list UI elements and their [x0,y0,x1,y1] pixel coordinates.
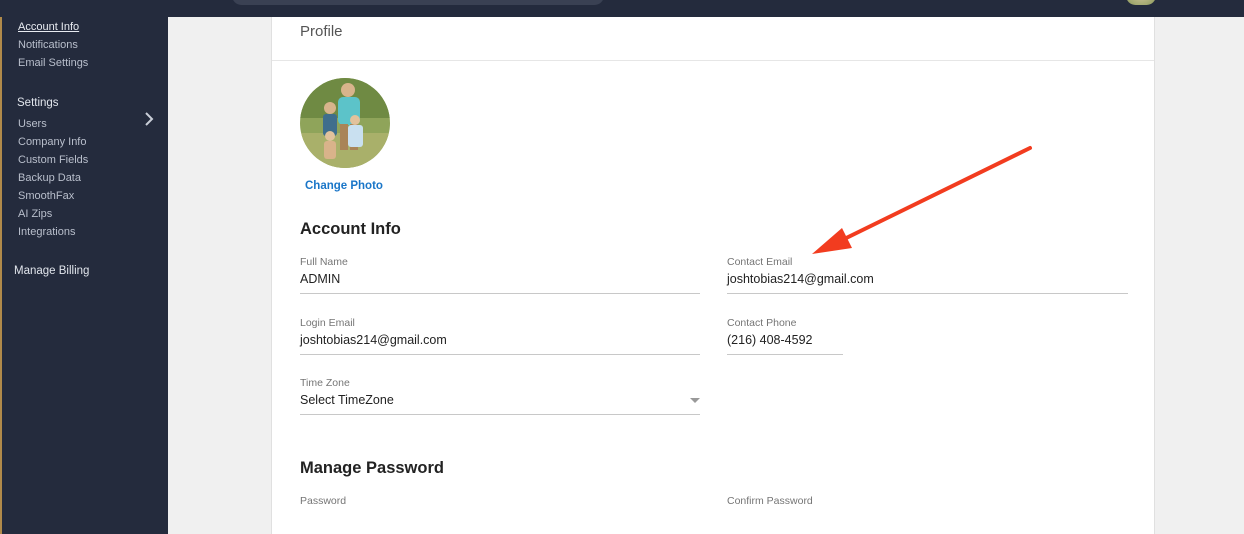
sidebar-item-smoothfax[interactable]: SmoothFax [18,190,74,202]
login-email-label: Login Email [300,317,355,329]
time-zone-field[interactable]: Time Zone Select TimeZone [300,377,700,415]
full-name-field[interactable]: Full Name ADMIN [300,256,700,294]
password-field[interactable]: Password [300,495,700,507]
sidebar-item-manage-billing[interactable]: Manage Billing [14,265,89,277]
search-bar[interactable] [232,0,604,5]
sidebar-item-backup-data[interactable]: Backup Data [18,172,81,184]
contact-phone-field[interactable]: Contact Phone (216) 408-4592 [727,317,843,355]
sidebar-item-email-settings[interactable]: Email Settings [18,57,88,69]
sidebar-item-ai-zips[interactable]: AI Zips [18,208,52,220]
sidebar-item-integrations[interactable]: Integrations [18,226,75,238]
profile-card: Profile Change Photo Account Info Full N… [271,17,1155,534]
login-email-input[interactable]: joshtobias214@gmail.com [300,333,700,355]
sidebar-item-company-info[interactable]: Company Info [18,136,86,148]
user-avatar[interactable] [1126,0,1156,5]
sidebar-item-account-info[interactable]: Account Info [18,21,79,33]
contact-phone-label: Contact Phone [727,317,797,329]
login-email-field[interactable]: Login Email joshtobias214@gmail.com [300,317,700,355]
chevron-right-icon[interactable] [144,112,154,126]
sidebar-settings-header[interactable]: Settings [17,97,59,109]
dropdown-caret-icon[interactable] [690,398,700,403]
confirm-password-field[interactable]: Confirm Password [727,495,1128,507]
full-name-label: Full Name [300,256,348,268]
contact-email-field[interactable]: Contact Email joshtobias214@gmail.com [727,256,1128,294]
card-title: Profile [300,23,343,40]
card-header: Profile [272,17,1154,61]
password-label: Password [300,495,347,507]
change-photo-link[interactable]: Change Photo [305,180,383,192]
full-name-input[interactable]: ADMIN [300,272,700,294]
sidebar-item-notifications[interactable]: Notifications [18,39,78,51]
annotation-arrow-icon [812,146,1032,254]
profile-photo [300,78,390,168]
time-zone-label: Time Zone [300,377,350,389]
contact-email-input[interactable]: joshtobias214@gmail.com [727,272,1128,294]
account-info-heading: Account Info [300,220,401,238]
sidebar: Account Info Notifications Email Setting… [0,17,168,534]
confirm-password-label: Confirm Password [727,495,813,507]
time-zone-select[interactable]: Select TimeZone [300,393,700,415]
top-bar [0,0,1244,17]
sidebar-item-users[interactable]: Users [18,118,47,130]
manage-password-heading: Manage Password [300,459,444,477]
sidebar-item-custom-fields[interactable]: Custom Fields [18,154,88,166]
contact-phone-input[interactable]: (216) 408-4592 [727,333,843,355]
